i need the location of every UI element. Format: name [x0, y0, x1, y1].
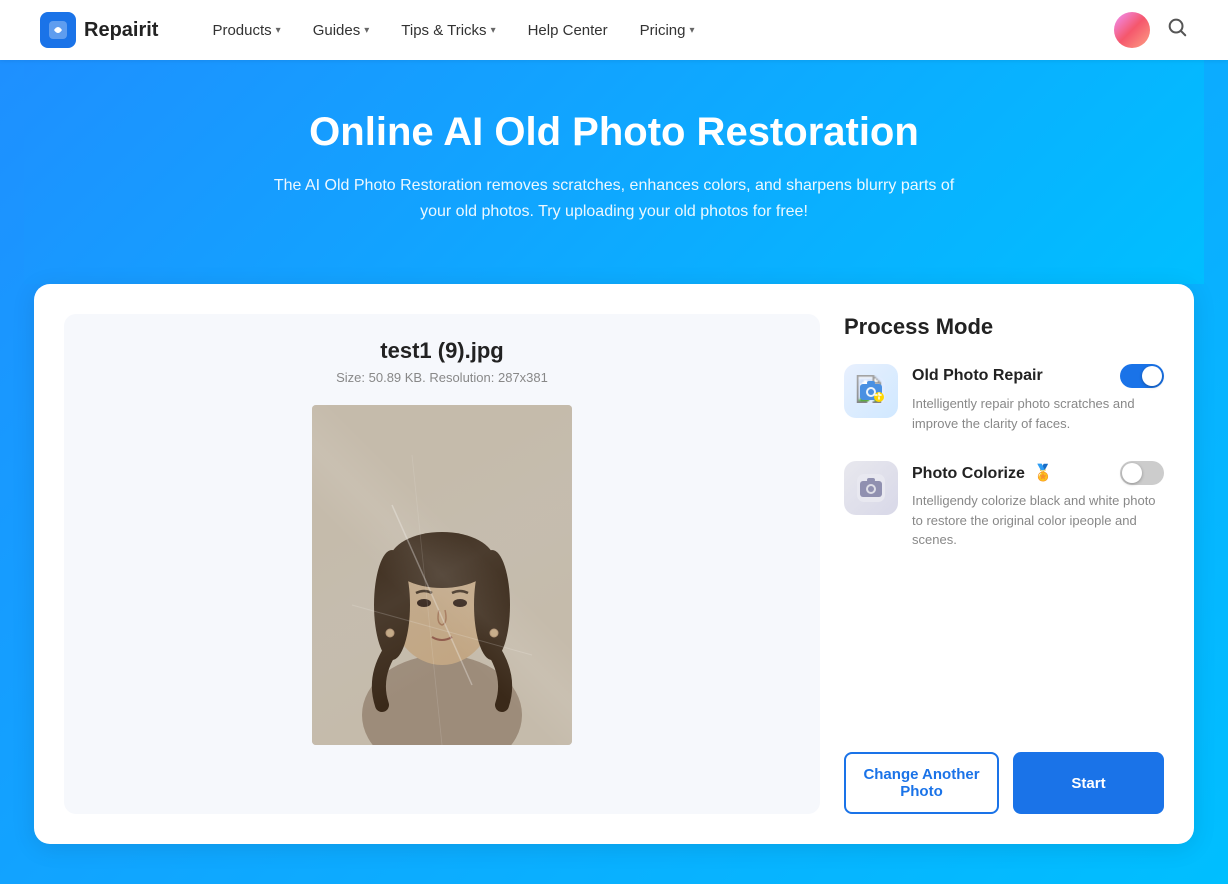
nav-items: Products ▾ Guides ▾ Tips & Tricks ▾ Help… — [198, 14, 1114, 47]
search-icon[interactable] — [1166, 16, 1188, 44]
pro-badge-icon: 🏅 — [1033, 465, 1053, 482]
mode-colorize-header: Photo Colorize 🏅 — [912, 461, 1164, 485]
nav-products[interactable]: Products ▾ — [198, 14, 294, 47]
change-another-photo-button[interactable]: Change Another Photo — [844, 752, 999, 814]
chevron-down-icon: ▾ — [364, 25, 369, 36]
button-row: Change Another Photo Start — [844, 732, 1164, 814]
photo-colorize-toggle[interactable] — [1120, 461, 1164, 485]
mode-item-repair: Old Photo Repair Intelligently repair ph… — [844, 364, 1164, 433]
start-button[interactable]: Start — [1013, 752, 1164, 814]
card-wrapper: Online AI Old Photo Restoration The AI O… — [0, 60, 1228, 884]
file-name: test1 (9).jpg — [380, 338, 503, 364]
logo-text: Repairit — [84, 19, 158, 42]
process-mode-title: Process Mode — [844, 314, 1164, 340]
nav-right — [1114, 12, 1188, 48]
right-panel: Process Mode — [844, 314, 1164, 814]
mode-repair-desc: Intelligently repair photo scratches and… — [912, 394, 1164, 433]
chevron-down-icon: ▾ — [690, 25, 695, 36]
hero-title: Online AI Old Photo Restoration — [44, 110, 1184, 155]
toggle-knob — [1122, 463, 1142, 483]
toggle-knob — [1142, 366, 1162, 386]
mode-colorize-desc: Intelligendy colorize black and white ph… — [912, 491, 1164, 550]
photo-placeholder — [312, 405, 572, 745]
nav-help-center[interactable]: Help Center — [514, 14, 622, 47]
left-panel: test1 (9).jpg Size: 50.89 KB. Resolution… — [64, 314, 820, 814]
file-meta: Size: 50.89 KB. Resolution: 287x381 — [336, 370, 548, 385]
chevron-down-icon: ▾ — [491, 25, 496, 36]
navbar: Repairit Products ▾ Guides ▾ Tips & Tric… — [0, 0, 1228, 60]
chevron-down-icon: ▾ — [276, 25, 281, 36]
avatar[interactable] — [1114, 12, 1150, 48]
nav-tips-tricks[interactable]: Tips & Tricks ▾ — [387, 14, 509, 47]
mode-colorize-content: Photo Colorize 🏅 Intelligendy colorize b… — [912, 461, 1164, 550]
mode-item-colorize: Photo Colorize 🏅 Intelligendy colorize b… — [844, 461, 1164, 550]
main-card: test1 (9).jpg Size: 50.89 KB. Resolution… — [34, 284, 1194, 844]
logo-link[interactable]: Repairit — [40, 12, 158, 48]
mode-colorize-name: Photo Colorize 🏅 — [912, 463, 1053, 483]
old-photo-repair-toggle[interactable] — [1120, 364, 1164, 388]
nav-guides[interactable]: Guides ▾ — [299, 14, 384, 47]
mode-repair-name: Old Photo Repair — [912, 367, 1043, 385]
nav-pricing[interactable]: Pricing ▾ — [626, 14, 709, 47]
photo-preview — [312, 405, 572, 745]
old-photo-repair-icon — [844, 364, 898, 418]
mode-repair-content: Old Photo Repair Intelligently repair ph… — [912, 364, 1164, 433]
mode-repair-header: Old Photo Repair — [912, 364, 1164, 388]
hero-section: Online AI Old Photo Restoration The AI O… — [24, 60, 1204, 284]
photo-colorize-icon — [844, 461, 898, 515]
logo-icon — [40, 12, 76, 48]
hero-subtitle: The AI Old Photo Restoration removes scr… — [264, 173, 964, 224]
